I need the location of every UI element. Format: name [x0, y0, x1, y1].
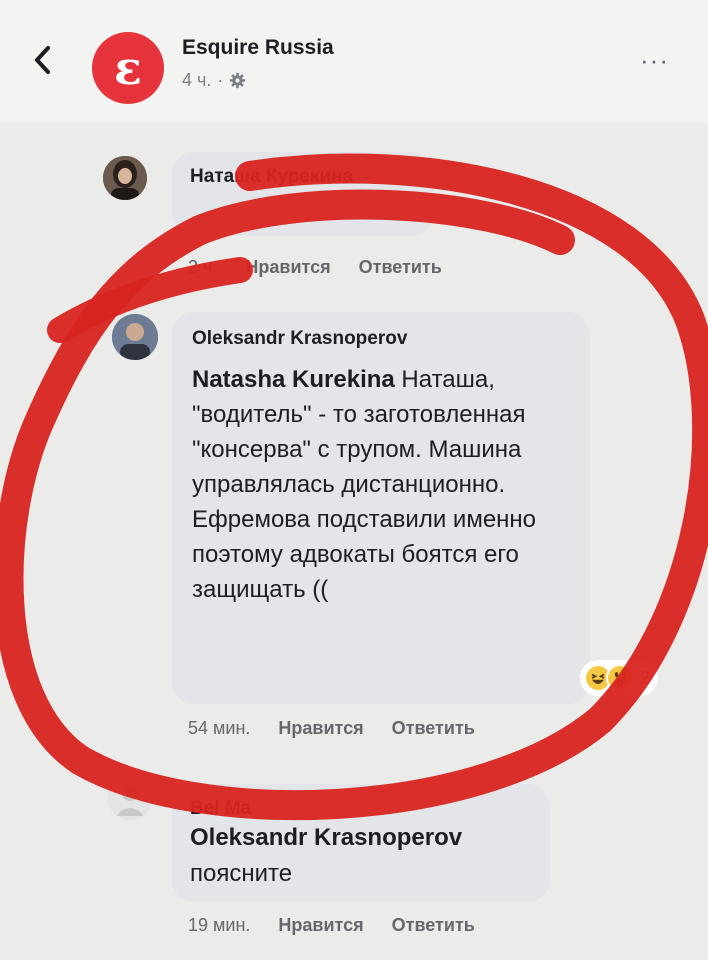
page-name[interactable]: Esquire Russia	[182, 36, 334, 60]
comment-actions: 19 мин. Нравится Ответить	[188, 915, 475, 936]
meta-dot: ·	[217, 70, 224, 90]
comment-actions: 54 мин. Нравится Ответить	[188, 718, 475, 739]
comment-text: поясните	[190, 860, 293, 887]
comment-author[interactable]: Наташа Курекина	[190, 166, 353, 188]
comment-actions: 2 ч. Нравится Ответить	[188, 257, 442, 278]
reaction-count: 2	[640, 667, 651, 688]
like-button[interactable]: Нравится	[278, 718, 363, 739]
page-avatar[interactable]: ε	[92, 32, 164, 104]
reply-button[interactable]: Ответить	[392, 718, 475, 739]
comment-time[interactable]: 54 мин.	[188, 718, 250, 739]
comment-time[interactable]: 2 ч.	[188, 257, 217, 278]
comment-author[interactable]: Oleksandr Krasnoperov	[192, 328, 407, 350]
comment-text: Natasha Kurekina Наташа, "водитель" - то…	[192, 362, 577, 607]
reply-button[interactable]: Ответить	[392, 915, 475, 936]
post-time[interactable]: 4 ч.	[182, 70, 211, 91]
comment-bubble: Наташа Курекина	[172, 152, 434, 236]
comment-time[interactable]: 19 мин.	[188, 915, 250, 936]
comment-bubble: Oleksandr Krasnoperov Natasha Kurekina Н…	[172, 312, 590, 704]
comment-bubble: Bel Ma Oleksandr Krasnoperov поясните	[172, 784, 550, 902]
post-header: ε Esquire Russia 4 ч. · ···	[0, 0, 708, 122]
reactions-summary[interactable]: 2	[580, 660, 659, 696]
comment-body: Наташа, "водитель" - то заготовленная "к…	[192, 366, 537, 603]
post-meta: 4 ч. ·	[182, 70, 246, 91]
avatar[interactable]	[112, 314, 158, 360]
back-chevron-icon[interactable]	[30, 42, 56, 78]
mention-link[interactable]: Natasha Kurekina	[192, 366, 395, 393]
mention-link[interactable]: Oleksandr Krasnoperov	[190, 824, 462, 852]
comment-author[interactable]: Bel Ma	[190, 798, 251, 820]
reply-button[interactable]: Ответить	[359, 257, 442, 278]
avatar[interactable]	[108, 776, 152, 820]
avatar[interactable]	[103, 156, 147, 200]
like-button[interactable]: Нравится	[278, 915, 363, 936]
logo-letter: ε	[114, 41, 142, 95]
wow-reaction-icon	[606, 664, 634, 692]
more-icon[interactable]: ···	[640, 47, 669, 73]
gear-icon	[230, 72, 246, 89]
like-button[interactable]: Нравится	[245, 257, 330, 278]
